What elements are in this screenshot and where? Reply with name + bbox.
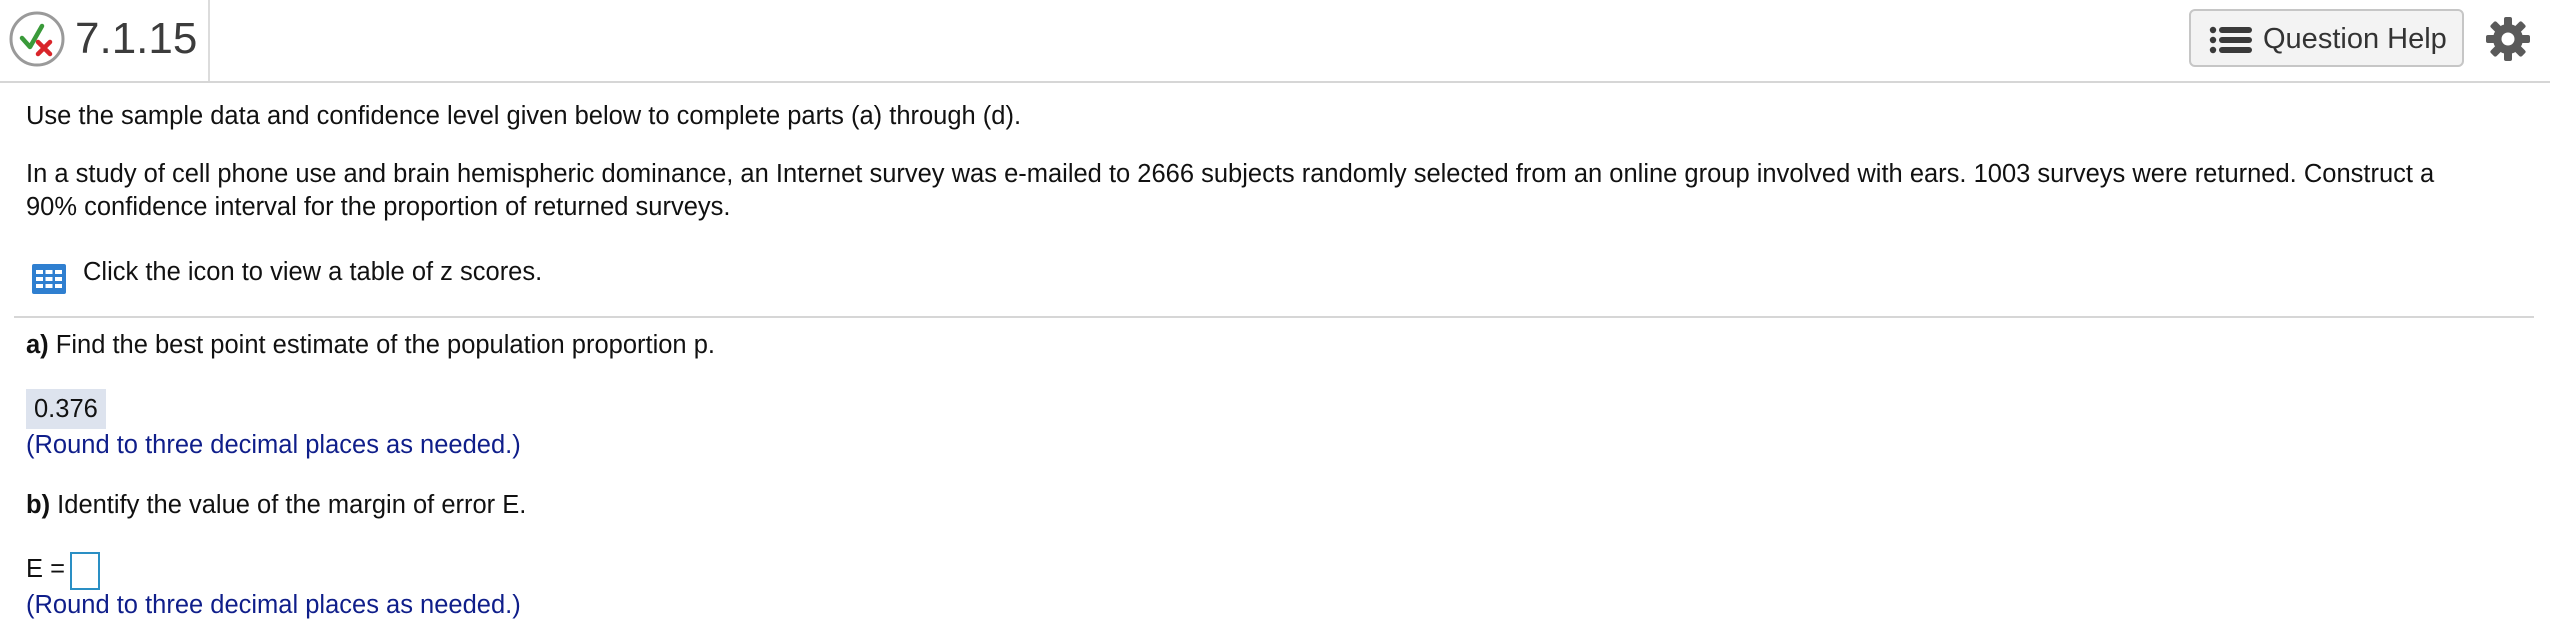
question-body-line: 90% confidence interval for the proporti… <box>26 193 731 221</box>
part-a-prompt: a) Find the best point estimate of the p… <box>26 331 715 360</box>
part-b-prompt: b) Identify the value of the margin of e… <box>26 491 526 520</box>
part-a-hint: (Round to three decimal places as needed… <box>26 431 521 459</box>
question-body-line: In a study of cell phone use and brain h… <box>26 160 2435 188</box>
table-icon[interactable] <box>31 263 67 295</box>
question-help-button[interactable]: Question Help <box>2189 9 2464 67</box>
question-intro: Use the sample data and confidence level… <box>26 102 1022 130</box>
part-a-label: a) <box>26 331 49 359</box>
list-icon <box>2209 26 2252 54</box>
question-number: 7.1.15 <box>75 14 198 63</box>
section-divider <box>14 316 2534 318</box>
part-b-text: Identify the value of the margin of erro… <box>57 491 527 519</box>
part-a-answer: 0.376 <box>26 389 106 429</box>
margin-of-error-label: E = <box>26 555 65 583</box>
margin-of-error-input[interactable] <box>70 552 100 590</box>
z-table-link-text: Click the icon to view a table of z scor… <box>83 258 543 286</box>
question-header: 7.1.15 Question Help <box>0 0 2550 83</box>
part-a-text: Find the best point estimate of the popu… <box>55 331 715 359</box>
question-body: In a study of cell phone use and brain h… <box>26 158 2516 224</box>
gear-icon[interactable] <box>2485 16 2531 62</box>
part-b-hint: (Round to three decimal places as needed… <box>26 591 521 619</box>
header-divider <box>208 0 210 81</box>
part-b-label: b) <box>26 491 51 519</box>
question-help-label: Question Help <box>2263 23 2447 55</box>
partially-correct-icon <box>9 11 65 67</box>
